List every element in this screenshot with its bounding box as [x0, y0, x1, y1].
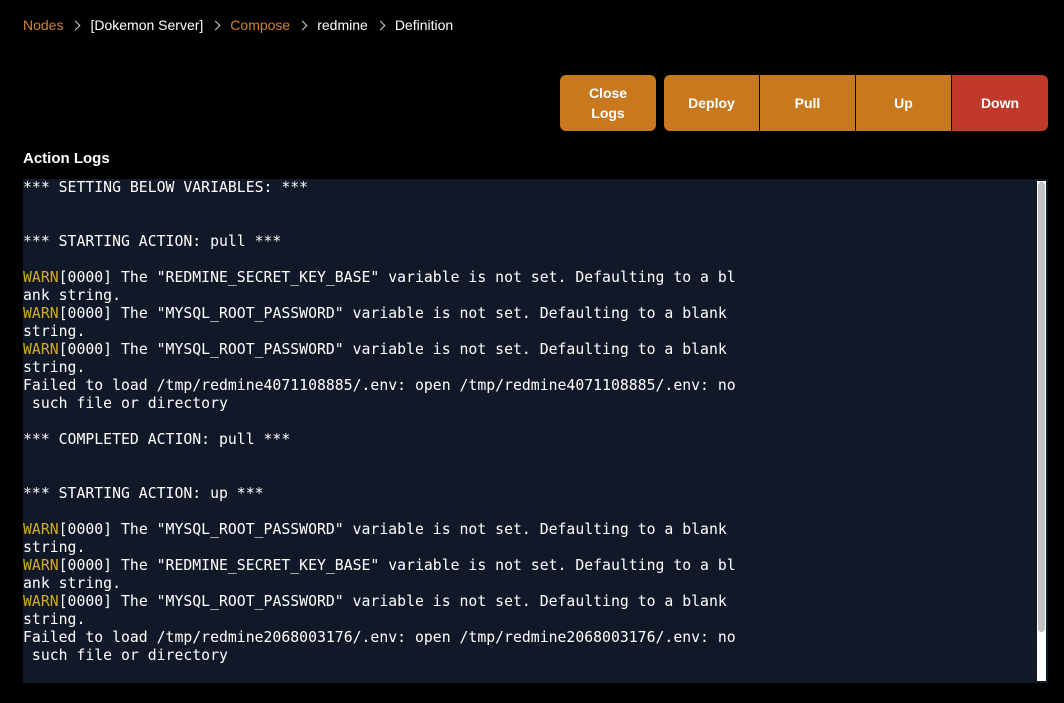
- log-line: *** SETTING BELOW VARIABLES: ***: [23, 179, 1048, 197]
- log-line-text: [0000] The "MYSQL_ROOT_PASSWORD" variabl…: [58, 593, 727, 610]
- log-line-text: *** COMPLETED ACTION: pull ***: [23, 431, 291, 448]
- log-warn-tag: WARN: [23, 269, 59, 286]
- log-line: WARN[0000] The "MYSQL_ROOT_PASSWORD" var…: [23, 521, 1048, 539]
- log-line: string.: [23, 611, 1048, 629]
- log-line-text: [0000] The "MYSQL_ROOT_PASSWORD" variabl…: [58, 341, 727, 358]
- up-button[interactable]: Up: [856, 75, 951, 131]
- log-line-text: ank string.: [23, 287, 121, 304]
- chevron-right-icon: [210, 20, 221, 30]
- log-line: ank string.: [23, 575, 1048, 593]
- log-line: string.: [23, 359, 1048, 377]
- log-line-text: string.: [23, 323, 86, 340]
- log-line-text: [0000] The "MYSQL_ROOT_PASSWORD" variabl…: [58, 305, 727, 322]
- log-line-text: Failed to load /tmp/redmine4071108885/.e…: [23, 377, 736, 394]
- log-line: WARN[0000] The "REDMINE_SECRET_KEY_BASE"…: [23, 557, 1048, 575]
- log-line-text: *** SETTING BELOW VARIABLES: ***: [23, 179, 309, 196]
- log-line: string.: [23, 323, 1048, 341]
- breadcrumb-current-page: Definition: [394, 17, 454, 33]
- log-line: Failed to load /tmp/redmine4071108885/.e…: [23, 377, 1048, 395]
- deploy-button[interactable]: Deploy: [664, 75, 759, 131]
- log-line-text: Failed to load /tmp/redmine2068003176/.e…: [23, 629, 736, 646]
- log-line: ank string.: [23, 287, 1048, 305]
- log-line: such file or directory: [23, 395, 1048, 413]
- log-line-text: such file or directory: [23, 647, 228, 664]
- log-line: such file or directory: [23, 647, 1048, 665]
- log-line: Failed to load /tmp/redmine2068003176/.e…: [23, 629, 1048, 647]
- log-line-text: [0000] The "REDMINE_SECRET_KEY_BASE" var…: [58, 269, 736, 286]
- action-logs-heading: Action Logs: [23, 150, 110, 167]
- chevron-right-icon: [297, 20, 308, 30]
- pull-button[interactable]: Pull: [760, 75, 855, 131]
- log-line-text: [0000] The "REDMINE_SECRET_KEY_BASE" var…: [58, 557, 736, 574]
- chevron-right-icon: [375, 20, 386, 30]
- log-scrollbar-thumb[interactable]: [1038, 182, 1045, 632]
- log-scrollbar[interactable]: [1037, 181, 1046, 681]
- breadcrumb-project: redmine: [317, 17, 368, 33]
- log-line: WARN[0000] The "MYSQL_ROOT_PASSWORD" var…: [23, 305, 1048, 323]
- log-line-text: string.: [23, 359, 86, 376]
- log-line: WARN[0000] The "MYSQL_ROOT_PASSWORD" var…: [23, 593, 1048, 611]
- log-line-text: [0000] The "MYSQL_ROOT_PASSWORD" variabl…: [58, 521, 727, 538]
- log-warn-tag: WARN: [23, 305, 59, 322]
- breadcrumb: Nodes [Dokemon Server] Compose redmine D…: [23, 16, 453, 34]
- log-warn-tag: WARN: [23, 521, 59, 538]
- log-output-panel[interactable]: *** SETTING BELOW VARIABLES: *** *** STAR…: [23, 179, 1048, 683]
- log-line-text: string.: [23, 539, 86, 556]
- log-line: string.: [23, 539, 1048, 557]
- log-line: *** COMPLETED ACTION: pull ***: [23, 431, 1048, 449]
- log-line: *** STARTING ACTION: pull ***: [23, 233, 1048, 251]
- log-line: WARN[0000] The "REDMINE_SECRET_KEY_BASE"…: [23, 269, 1048, 287]
- log-line-text: ank string.: [23, 575, 121, 592]
- log-line: WARN[0000] The "MYSQL_ROOT_PASSWORD" var…: [23, 341, 1048, 359]
- log-line: *** STARTING ACTION: up ***: [23, 485, 1048, 503]
- breadcrumb-server: [Dokemon Server]: [90, 17, 204, 33]
- log-warn-tag: WARN: [23, 557, 59, 574]
- log-warn-tag: WARN: [23, 593, 59, 610]
- down-button[interactable]: Down: [952, 75, 1048, 131]
- breadcrumb-compose[interactable]: Compose: [230, 17, 290, 33]
- log-line-text: *** STARTING ACTION: pull ***: [23, 233, 282, 250]
- close-logs-button[interactable]: Close Logs: [560, 75, 656, 131]
- log-line-text: *** STARTING ACTION: up ***: [23, 485, 264, 502]
- log-line-text: such file or directory: [23, 395, 228, 412]
- log-text: *** SETTING BELOW VARIABLES: *** *** STAR…: [23, 179, 1048, 665]
- log-warn-tag: WARN: [23, 341, 59, 358]
- chevron-right-icon: [71, 20, 81, 30]
- log-line-text: string.: [23, 611, 86, 628]
- breadcrumb-nodes[interactable]: Nodes: [23, 17, 63, 33]
